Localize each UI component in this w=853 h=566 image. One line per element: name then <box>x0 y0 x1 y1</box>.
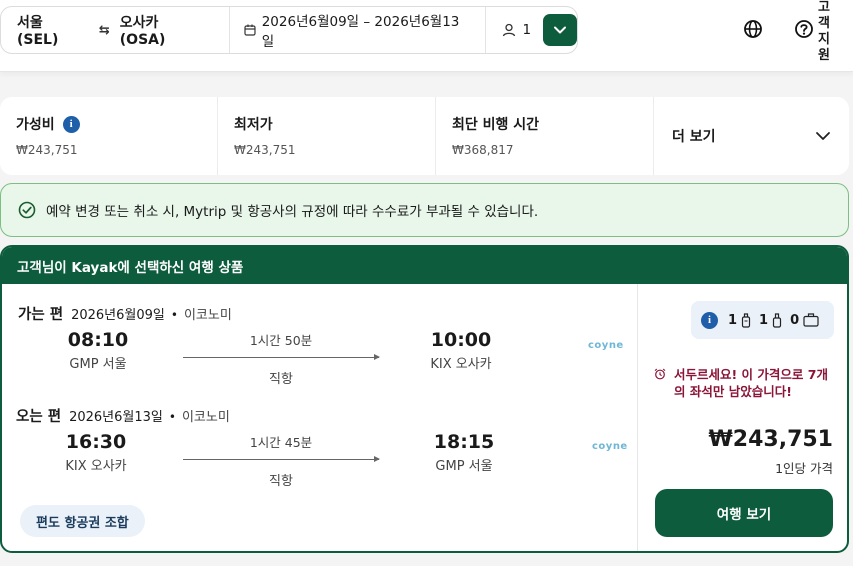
airline-logo: coyne <box>588 340 624 351</box>
destination-label: 오사카 (OSA) <box>119 15 166 48</box>
chevron-down-icon <box>554 26 567 34</box>
tab-best-value[interactable]: 가성비 i ₩243,751 <box>0 97 218 175</box>
tab-fastest[interactable]: 최단 비행 시간 ₩368,817 <box>436 97 654 175</box>
flight-duration: 1시간 50분 <box>249 333 313 348</box>
expand-search-button[interactable] <box>543 14 577 46</box>
flight-arrow <box>183 354 380 360</box>
stops-label: 직항 <box>269 474 293 489</box>
arrival-airport: KIX 오사카 <box>430 357 492 372</box>
personal-item-count: 1 <box>728 312 751 328</box>
urgency-text: 서두르세요! 이 가격으로 7개의 좌석만 남았습니다! <box>674 367 828 399</box>
flight-duration-block: 1시간 50분 직항 <box>183 330 380 387</box>
departure-block: 16:30 KIX 오사카 <box>36 431 156 474</box>
price-panel: i 1 1 0 서두르세요! 이 가격으로 7개의 좌석만 남았습니다! ₩24… <box>637 284 847 551</box>
arrival-time: 18:15 <box>433 431 495 453</box>
tab-price: ₩243,751 <box>16 143 78 157</box>
alarm-clock-icon <box>654 368 666 380</box>
tab-price: ₩368,817 <box>452 143 514 157</box>
departure-airport: GMP 서울 <box>69 357 127 372</box>
cabin-class: 이코노미 <box>183 308 232 323</box>
view-trip-button[interactable]: 여행 보기 <box>655 489 833 537</box>
personal-item-icon <box>741 313 751 328</box>
swap-icon[interactable]: ⇆ <box>99 23 110 38</box>
outbound-header: 가는 편 2026년6월09일 • 이코노미 <box>18 303 232 324</box>
direction-label: 가는 편 <box>18 307 64 323</box>
departure-time: 08:10 <box>67 329 129 351</box>
passenger-selector[interactable]: 1 <box>486 22 543 38</box>
flight-arrow <box>183 456 380 462</box>
tab-price: ₩243,751 <box>234 143 296 157</box>
info-icon[interactable]: i <box>62 115 80 133</box>
arrival-time: 10:00 <box>430 329 492 351</box>
passenger-count: 1 <box>522 22 532 38</box>
flight-result-card: 고객님이 Kayak에 선택하신 여행 상품 가는 편 2026년6월09일 •… <box>0 245 849 553</box>
origin-label: 서울 (SEL) <box>17 15 59 48</box>
tab-label: 최단 비행 시간 <box>452 117 540 133</box>
more-label: 더 보기 <box>672 129 716 145</box>
carry-on-count: 1 <box>759 312 782 328</box>
count: 0 <box>790 312 800 328</box>
search-summary[interactable]: 서울 (SEL) ⇆ 오사카 (OSA) 2026년6월09일 – 2026년6… <box>0 6 578 54</box>
customer-support-link[interactable]: 고객지원 <box>818 0 832 64</box>
cabin-class: 이코노미 <box>181 410 230 425</box>
notice-text: 예약 변경 또는 취소 시, Mytrip 및 항공사의 규정에 따라 수수료가… <box>46 204 539 220</box>
sort-tabs: 가성비 i ₩243,751 최저가 ₩243,751 최단 비행 시간 ₩36… <box>0 97 849 175</box>
route-selector[interactable]: 서울 (SEL) ⇆ 오사카 (OSA) <box>1 7 230 53</box>
direction-label: 오는 편 <box>16 409 62 425</box>
flight-duration-block: 1시간 45분 직항 <box>183 432 380 489</box>
tab-cheapest[interactable]: 최저가 ₩243,751 <box>218 97 436 175</box>
separator-dot: • <box>168 410 176 424</box>
chevron-down-icon <box>816 132 830 140</box>
globe-icon[interactable] <box>743 19 763 39</box>
card-header: 고객님이 Kayak에 선택하신 여행 상품 <box>2 247 847 284</box>
per-person-label: 1인당 가격 <box>775 461 833 476</box>
leg-date: 2026년6월13일 <box>69 410 163 425</box>
leg-date: 2026년6월09일 <box>71 308 165 323</box>
arrival-airport: GMP 서울 <box>435 459 493 474</box>
top-bar: 서울 (SEL) ⇆ 오사카 (OSA) 2026년6월09일 – 2026년6… <box>0 0 853 72</box>
tab-label: 가성비 <box>16 117 55 133</box>
flight-duration: 1시간 45분 <box>249 435 313 450</box>
arrival-block: 18:15 GMP 서울 <box>404 431 524 474</box>
departure-airport: KIX 오사카 <box>65 459 127 474</box>
separator-dot: • <box>170 308 178 322</box>
arrival-block: 10:00 KIX 오사카 <box>401 329 521 372</box>
date-selector[interactable]: 2026년6월09일 – 2026년6월13일 <box>230 7 487 53</box>
departure-time: 16:30 <box>65 431 127 453</box>
return-header: 오는 편 2026년6월13일 • 이코노미 <box>16 405 230 426</box>
info-icon[interactable]: i <box>701 311 718 329</box>
count: 1 <box>728 312 738 328</box>
tab-label: 최저가 <box>234 117 273 133</box>
person-icon <box>503 23 516 37</box>
carry-on-bag-icon <box>772 313 782 328</box>
check-circle-icon <box>18 201 36 219</box>
fee-notice: 예약 변경 또는 취소 시, Mytrip 및 항공사의 규정에 따라 수수료가… <box>0 183 849 237</box>
date-range: 2026년6월09일 – 2026년6월13일 <box>261 14 460 50</box>
combo-ticket-badge[interactable]: 편도 항공권 조합 <box>20 505 145 537</box>
stops-label: 직항 <box>269 372 293 387</box>
count: 1 <box>759 312 769 328</box>
checked-bag-count: 0 <box>790 313 819 328</box>
airline-logo: coyne <box>592 441 628 452</box>
help-icon[interactable] <box>794 19 814 39</box>
checked-bag-icon <box>803 313 819 327</box>
departure-block: 08:10 GMP 서울 <box>38 329 158 372</box>
baggage-summary[interactable]: i 1 1 0 <box>691 301 834 339</box>
urgency-message: 서두르세요! 이 가격으로 7개의 좌석만 남았습니다! <box>654 366 834 400</box>
more-sort-options[interactable]: 더 보기 <box>654 97 849 175</box>
calendar-icon <box>244 24 256 36</box>
total-price: ₩243,751 <box>708 427 833 452</box>
